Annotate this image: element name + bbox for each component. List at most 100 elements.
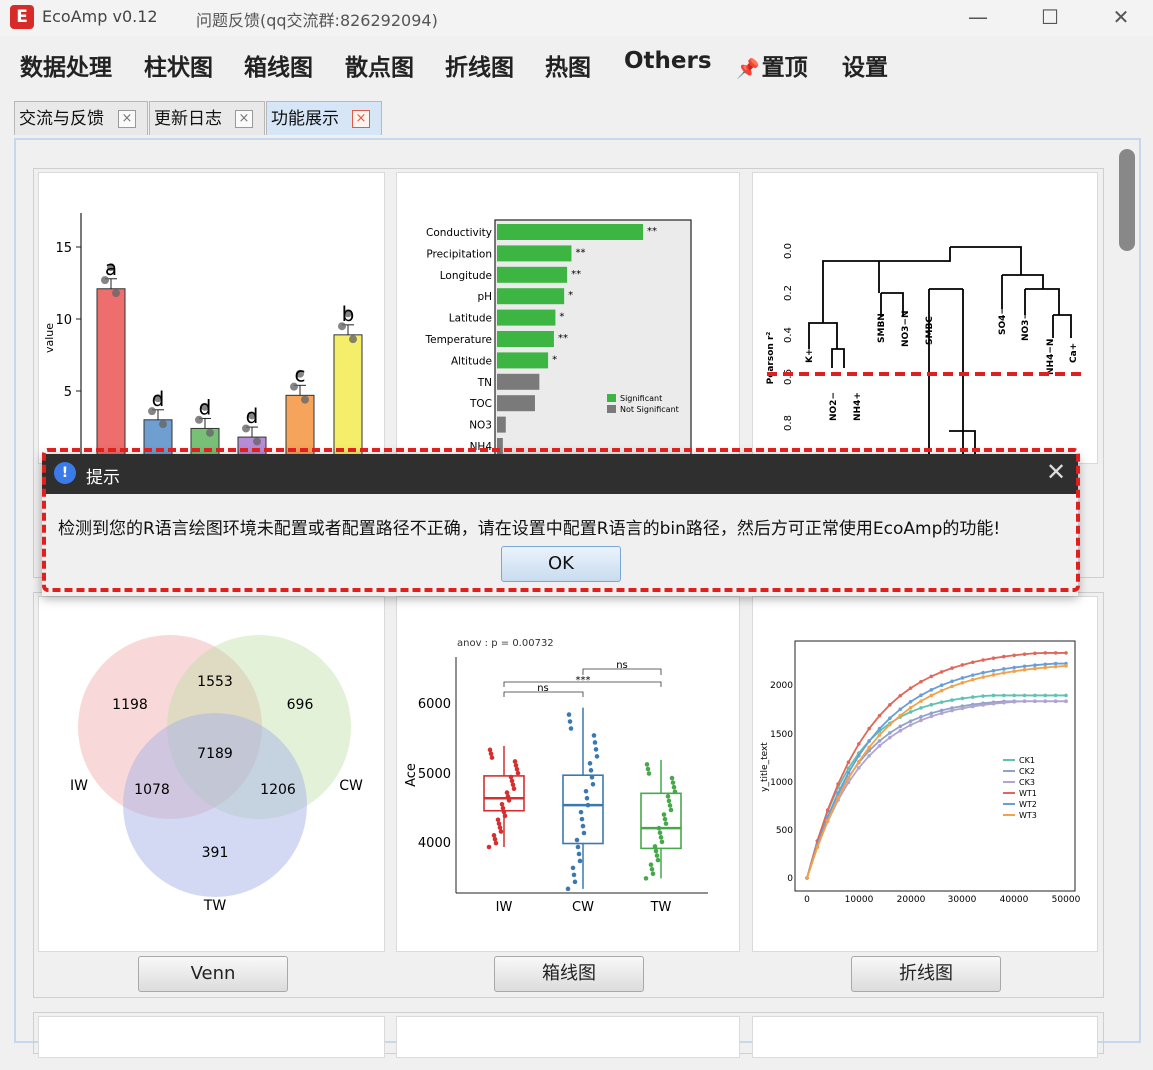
- boxplot-button[interactable]: 箱线图: [494, 956, 644, 992]
- maximize-button[interactable]: ☐: [1028, 2, 1072, 32]
- data-point: [511, 786, 517, 791]
- xtick-label: 50000: [1052, 895, 1081, 905]
- sig-label: ***: [576, 675, 591, 686]
- menu-scatter[interactable]: 散点图: [345, 48, 414, 82]
- rarefaction-card: 2000 1500 1000 500 0 0 10000 20000 30000…: [752, 596, 1098, 952]
- tab-close-icon[interactable]: ×: [235, 110, 253, 128]
- menu-heatmap[interactable]: 热图: [545, 48, 591, 82]
- data-point: [577, 858, 583, 864]
- dendrogram-card: 0.0 0.2 0.4 0.6 0.8 Pearson r² K+ NO2− N…: [752, 172, 1098, 469]
- data-point: [497, 825, 503, 830]
- menu-others[interactable]: Others: [624, 48, 712, 74]
- data-point: [584, 795, 590, 801]
- menu-line-chart[interactable]: 折线图: [445, 48, 514, 82]
- tab-showcase[interactable]: 功能展示 ×: [266, 101, 382, 135]
- variable-label: Altitude: [451, 355, 492, 367]
- tab-feedback[interactable]: 交流与反馈 ×: [14, 101, 148, 135]
- data-point: [867, 754, 871, 758]
- close-window-button[interactable]: ✕: [1099, 2, 1143, 32]
- dendro-yticks: 0.0 0.2 0.4 0.6 0.8: [783, 243, 794, 431]
- data-point: [570, 865, 576, 871]
- data-point: [1043, 699, 1048, 704]
- significance-mark: **: [647, 226, 657, 237]
- data-point: [857, 753, 861, 758]
- data-point: [981, 675, 985, 679]
- data-point: [908, 686, 913, 690]
- significance-mark: *: [568, 290, 573, 301]
- data-point: [206, 428, 214, 437]
- data-point: [591, 733, 597, 738]
- data-point: [919, 706, 923, 710]
- data-point: [970, 660, 975, 665]
- ytick-label: 2000: [770, 681, 793, 691]
- minimize-button[interactable]: —: [956, 2, 1000, 32]
- dendro-ylabel: Pearson r²: [766, 332, 776, 385]
- data-point: [908, 705, 913, 710]
- data-point: [815, 845, 820, 849]
- significance-mark: *: [559, 312, 564, 323]
- data-point: [888, 731, 892, 735]
- data-point: [1022, 652, 1027, 656]
- data-point: [1033, 699, 1037, 704]
- venn-button[interactable]: Venn: [138, 956, 288, 992]
- data-point: [644, 762, 650, 767]
- venn-count: 1553: [197, 674, 233, 690]
- tab-close-icon[interactable]: ×: [352, 110, 370, 128]
- scrollbar-thumb[interactable]: [1119, 149, 1135, 251]
- data-point: [1002, 671, 1006, 675]
- data-point: [571, 872, 577, 878]
- menu-bar-chart[interactable]: 柱状图: [144, 48, 213, 82]
- tab-close-icon[interactable]: ×: [118, 110, 136, 128]
- menu-data-processing[interactable]: 数据处理: [20, 48, 112, 82]
- data-point: [888, 722, 892, 727]
- data-point: [908, 699, 913, 704]
- data-point: [515, 770, 521, 776]
- importance-bar: [497, 266, 568, 283]
- app-logo-icon: E: [10, 5, 34, 29]
- bar-ylabel: value: [43, 323, 56, 353]
- data-point: [671, 784, 677, 790]
- data-point: [857, 766, 861, 770]
- tab-label: 交流与反馈: [19, 109, 104, 129]
- significance-letter: a: [105, 256, 117, 280]
- data-point: [1002, 667, 1006, 671]
- data-point: [919, 699, 923, 703]
- venn-count: 696: [287, 697, 314, 713]
- sig-label: ns: [537, 683, 549, 694]
- data-point: [1012, 653, 1016, 658]
- leaf-label: NH4+: [853, 392, 863, 421]
- line-chart-button[interactable]: 折线图: [851, 956, 1001, 992]
- data-point: [493, 840, 499, 846]
- data-point: [805, 876, 809, 880]
- data-point: [877, 726, 882, 731]
- menu-bar: 数据处理 柱状图 箱线图 散点图 折线图 热图 Others 📌置顶 设置: [0, 40, 1153, 90]
- bar-chart-card: 15 10 5 value a d d d c b: [38, 172, 385, 464]
- data-point: [857, 742, 861, 746]
- data-point: [929, 674, 934, 679]
- variable-label: Conductivity: [426, 227, 492, 239]
- leaf-label: NO3−: [1021, 312, 1031, 341]
- tab-changelog[interactable]: 更新日志 ×: [149, 101, 265, 135]
- vertical-scrollbar[interactable]: [1117, 148, 1135, 1038]
- data-point: [656, 825, 662, 831]
- menu-pin[interactable]: 📌置顶: [736, 48, 808, 82]
- rarefaction-ylabel: y_title_text: [760, 742, 770, 792]
- data-point: [1053, 651, 1058, 655]
- data-point: [919, 718, 923, 723]
- significance-letter: b: [342, 302, 355, 326]
- xtick-label: 0: [804, 895, 810, 905]
- data-point: [877, 733, 882, 737]
- data-point: [159, 420, 167, 429]
- data-point: [504, 790, 510, 795]
- data-point: [929, 702, 934, 707]
- data-point: [1064, 664, 1068, 668]
- data-point: [652, 844, 658, 849]
- data-point: [846, 760, 851, 765]
- data-point: [898, 693, 903, 698]
- data-point: [960, 680, 965, 685]
- importance-bar: [497, 416, 506, 433]
- venn-diagram: 1198 1553 696 7189 1078 1206 391 IW CW T…: [70, 635, 363, 914]
- data-point: [908, 719, 913, 723]
- menu-boxplot[interactable]: 箱线图: [244, 48, 313, 82]
- menu-settings[interactable]: 设置: [842, 48, 888, 82]
